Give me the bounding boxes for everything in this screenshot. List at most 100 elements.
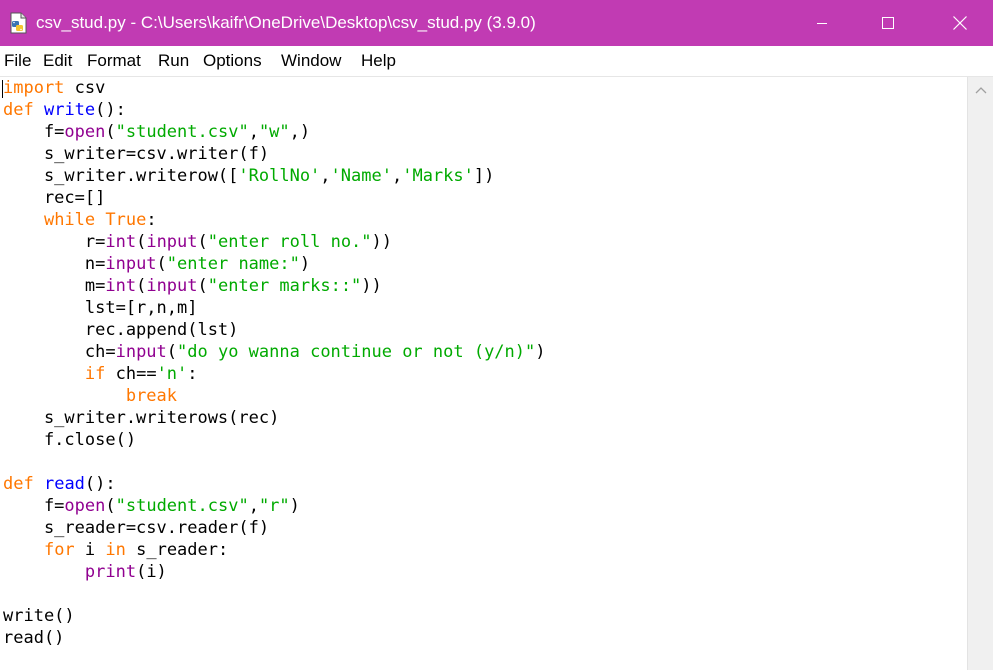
- code-token: 'RollNo': [238, 166, 321, 186]
- code-line: s_writer.writerow(['RollNo','Name','Mark…: [3, 165, 546, 187]
- code-token: ch==: [105, 364, 157, 384]
- code-token: f.close(): [3, 430, 137, 450]
- code-line: for i in s_reader:: [3, 539, 546, 561]
- title-bar: csv_stud.py - C:\Users\kaifr\OneDrive\De…: [0, 0, 993, 46]
- code-line: if ch=='n':: [3, 363, 546, 385]
- close-button[interactable]: [931, 0, 989, 46]
- close-icon: [953, 16, 967, 30]
- code-token: (: [105, 122, 116, 142]
- menu-file[interactable]: File: [4, 51, 31, 71]
- minimize-icon: [817, 23, 827, 24]
- code-token: ,: [248, 122, 259, 142]
- code-line: read(): [3, 627, 546, 649]
- code-line: n=input("enter name:"): [3, 253, 546, 275]
- code-token: s_writer.writerow([: [3, 166, 239, 186]
- code-token: ,: [320, 166, 331, 186]
- code-token: def: [3, 100, 34, 120]
- code-line: def write():: [3, 99, 546, 121]
- code-token: r=: [3, 232, 106, 252]
- code-token: input: [146, 232, 198, 252]
- code-token: "do yo wanna continue or not (y/n)": [177, 342, 536, 362]
- code-token: def: [3, 474, 34, 494]
- code-token: ():: [84, 474, 116, 494]
- code-token: lst=[r,n,m]: [3, 298, 198, 318]
- code-token: )): [361, 276, 382, 296]
- code-line: f.close(): [3, 429, 546, 451]
- code-token: :: [146, 210, 157, 230]
- code-line: s_reader=csv.reader(f): [3, 517, 546, 539]
- code-token: ,: [248, 496, 259, 516]
- code-token: rec=[]: [3, 188, 106, 208]
- code-line: print(i): [3, 561, 546, 583]
- code-token: read(): [3, 628, 65, 648]
- code-token: ): [535, 342, 546, 362]
- menu-edit[interactable]: Edit: [43, 51, 72, 71]
- code-token: (: [105, 496, 116, 516]
- code-token: :: [187, 364, 198, 384]
- code-token: open: [64, 496, 106, 516]
- menu-window[interactable]: Window: [281, 51, 341, 71]
- code-line: r=int(input("enter roll no.")): [3, 231, 546, 253]
- code-line: f=open("student.csv","r"): [3, 495, 546, 517]
- text-cursor: [2, 80, 3, 98]
- code-token: int: [105, 232, 137, 252]
- code-line: write(): [3, 605, 546, 627]
- code-token: True: [105, 210, 147, 230]
- code-token: input: [146, 276, 198, 296]
- minimize-button[interactable]: [793, 0, 851, 46]
- code-line: while True:: [3, 209, 546, 231]
- code-token: ,): [289, 122, 311, 142]
- code-token: (: [197, 232, 208, 252]
- code-token: )): [371, 232, 393, 252]
- menu-options[interactable]: Options: [203, 51, 262, 71]
- menu-bar: File Edit Format Run Options Window Help: [0, 46, 993, 77]
- code-token: (: [156, 254, 167, 274]
- window-title: csv_stud.py - C:\Users\kaifr\OneDrive\De…: [36, 13, 536, 32]
- code-token: input: [115, 342, 167, 362]
- code-token: "r": [258, 496, 290, 516]
- code-editor[interactable]: import csv def write(): f=open("student.c…: [0, 77, 967, 670]
- code-text[interactable]: import csv def write(): f=open("student.c…: [3, 77, 546, 649]
- code-line: def read():: [3, 473, 546, 495]
- scroll-up-button[interactable]: [968, 79, 993, 101]
- code-token: open: [64, 122, 106, 142]
- code-token: break: [125, 386, 178, 406]
- code-token: f=: [3, 122, 65, 142]
- code-token: ): [289, 496, 300, 516]
- code-line: rec.append(lst): [3, 319, 546, 341]
- code-token: ,: [391, 166, 403, 186]
- code-line: import csv: [3, 77, 546, 99]
- code-token: n=: [3, 254, 106, 274]
- vertical-scrollbar[interactable]: [967, 77, 993, 670]
- code-token: 'Marks': [402, 166, 474, 186]
- code-token: csv: [64, 78, 106, 98]
- menu-run[interactable]: Run: [158, 51, 189, 71]
- code-token: s_reader=csv.reader(f): [3, 518, 270, 538]
- code-token: write: [43, 100, 96, 120]
- code-token: in: [105, 540, 126, 560]
- menu-help[interactable]: Help: [361, 51, 396, 71]
- code-token: ]): [473, 166, 495, 186]
- code-token: while: [43, 210, 96, 230]
- code-token: (: [166, 342, 178, 362]
- chevron-up-icon: [975, 87, 987, 94]
- code-token: i: [74, 540, 106, 560]
- code-token: print: [84, 562, 137, 582]
- code-token: s_writer=csv.writer(f): [3, 144, 270, 164]
- python-file-icon: [10, 12, 27, 34]
- maximize-icon: [882, 17, 894, 29]
- code-token: if: [84, 364, 106, 384]
- code-token: "enter name:": [166, 254, 300, 274]
- menu-format[interactable]: Format: [87, 51, 141, 71]
- code-token: ch=: [3, 342, 116, 362]
- maximize-button[interactable]: [859, 0, 917, 46]
- code-token: "enter roll no.": [207, 232, 372, 252]
- code-line: m=int(input("enter marks::")): [3, 275, 546, 297]
- code-token: "enter marks::": [207, 276, 362, 296]
- code-token: (: [197, 276, 208, 296]
